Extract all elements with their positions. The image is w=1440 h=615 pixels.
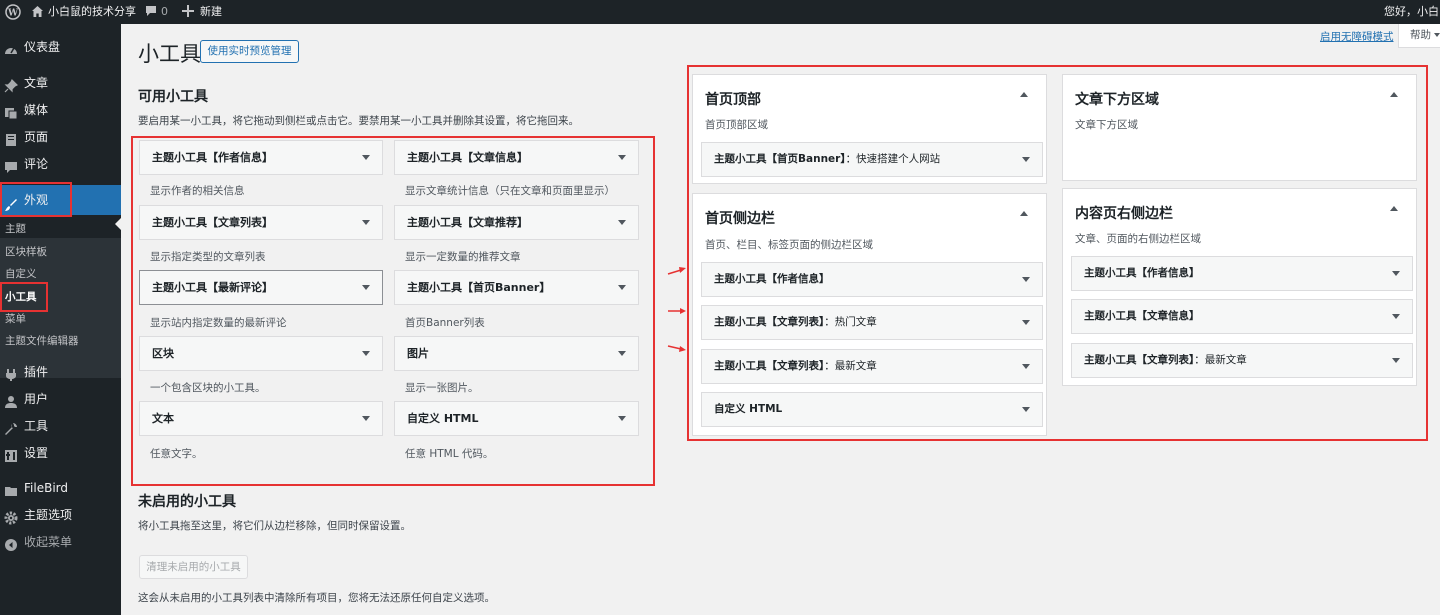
available-widgets-heading: 可用小工具	[138, 89, 208, 105]
menu-item-tools[interactable]: 工具	[0, 413, 121, 439]
page-title: 小工具	[138, 42, 201, 66]
menu-item-label: 页面	[24, 130, 49, 144]
annotation-arrows	[667, 267, 686, 352]
dashboard-icon	[4, 40, 18, 54]
collapse-icon	[4, 535, 18, 551]
menu-item-theme-options[interactable]: 主题选项	[0, 502, 121, 528]
help-label: 帮助	[1410, 29, 1431, 41]
comment-icon[interactable]	[145, 5, 157, 19]
menu-item-label: 设置	[24, 446, 49, 460]
submenu-item-menus[interactable]: 菜单	[0, 309, 121, 329]
admin-sidebar: 仪表盘 文章 媒体 页面 评论 外观 主题 区块样板 自定义 小工具 菜单 主题…	[0, 24, 122, 615]
live-preview-button[interactable]: 使用实时预览管理	[200, 40, 299, 63]
home-icon[interactable]	[31, 5, 44, 19]
menu-item-posts[interactable]: 文章	[0, 70, 121, 96]
plus-icon[interactable]	[182, 5, 194, 19]
submenu-item-theme-editor[interactable]: 主题文件编辑器	[0, 331, 121, 351]
menu-item-comments[interactable]: 评论	[0, 151, 121, 177]
settings-icon	[4, 446, 18, 462]
comment-icon	[4, 157, 18, 173]
wordpress-logo-icon[interactable]: W	[5, 4, 21, 20]
highlight-appearance-menu	[0, 182, 72, 217]
new-content-link[interactable]: 新建	[200, 0, 222, 24]
menu-item-media[interactable]: 媒体	[0, 97, 121, 123]
available-widgets-description: 要启用某一小工具，将它拖动到侧栏或点击它。要禁用某一小工具并删除其设置，将它拖回…	[138, 115, 579, 127]
pin-icon	[4, 76, 19, 93]
menu-item-label: 插件	[24, 365, 49, 379]
inactive-widgets-description: 将小工具拖至这里，将它们从边栏移除，但同时保留设置。	[138, 520, 411, 532]
svg-text:W: W	[7, 9, 19, 19]
highlight-available-widgets	[131, 136, 655, 486]
highlight-widget-areas	[687, 65, 1428, 441]
chevron-down-icon	[1434, 33, 1440, 37]
red-arrow-icon	[668, 308, 686, 314]
menu-item-label: 收起菜单	[24, 535, 73, 549]
menu-item-label: 用户	[24, 392, 49, 406]
menu-item-dashboard[interactable]: 仪表盘	[0, 34, 121, 60]
menu-item-label: 媒体	[24, 103, 49, 117]
menu-item-label: FileBird	[24, 481, 68, 495]
menu-item-filebird[interactable]: FileBird	[0, 475, 121, 501]
menu-item-pages[interactable]: 页面	[0, 124, 121, 150]
menu-item-label: 仪表盘	[24, 40, 61, 54]
admin-bar: W 小白鼠的技术分享 0 新建 您好，小白鼠	[0, 0, 1440, 24]
user-greeting[interactable]: 您好，小白鼠	[1384, 0, 1440, 24]
clear-inactive-note: 这会从未启用的小工具列表中清除所有项目，您将无法还原任何自定义选项。	[138, 592, 495, 604]
menu-item-plugins[interactable]: 插件	[0, 359, 121, 385]
submenu-item-customize[interactable]: 自定义	[0, 264, 121, 284]
gear-icon	[4, 508, 18, 525]
wrench-icon	[4, 419, 18, 435]
collapse-menu-button[interactable]: 收起菜单	[0, 529, 121, 555]
help-tab[interactable]: 帮助	[1398, 24, 1440, 48]
inactive-widgets-heading: 未启用的小工具	[138, 494, 236, 510]
plugin-icon	[4, 365, 18, 381]
menu-item-label: 评论	[24, 157, 49, 171]
menu-item-users[interactable]: 用户	[0, 386, 121, 412]
submenu-item-themes[interactable]: 主题	[0, 219, 121, 239]
red-arrow-icon	[667, 267, 686, 275]
highlight-widgets-submenu	[0, 282, 48, 312]
menu-item-label: 主题选项	[24, 508, 73, 522]
clear-inactive-widgets-button[interactable]: 清理未启用的小工具	[139, 555, 248, 579]
media-icon	[4, 103, 18, 120]
menu-item-label: 文章	[24, 76, 49, 90]
accessibility-mode-link[interactable]: 启用无障碍模式	[1320, 29, 1394, 44]
folder-icon	[4, 481, 18, 496]
red-arrow-icon	[667, 345, 686, 352]
menu-item-settings[interactable]: 设置	[0, 440, 121, 466]
menu-item-label: 工具	[24, 419, 49, 433]
page-icon	[4, 130, 18, 146]
submenu-item-patterns[interactable]: 区块样板	[0, 242, 121, 262]
comments-count[interactable]: 0	[161, 0, 168, 24]
user-icon	[4, 392, 18, 408]
site-name-link[interactable]: 小白鼠的技术分享	[48, 0, 136, 24]
